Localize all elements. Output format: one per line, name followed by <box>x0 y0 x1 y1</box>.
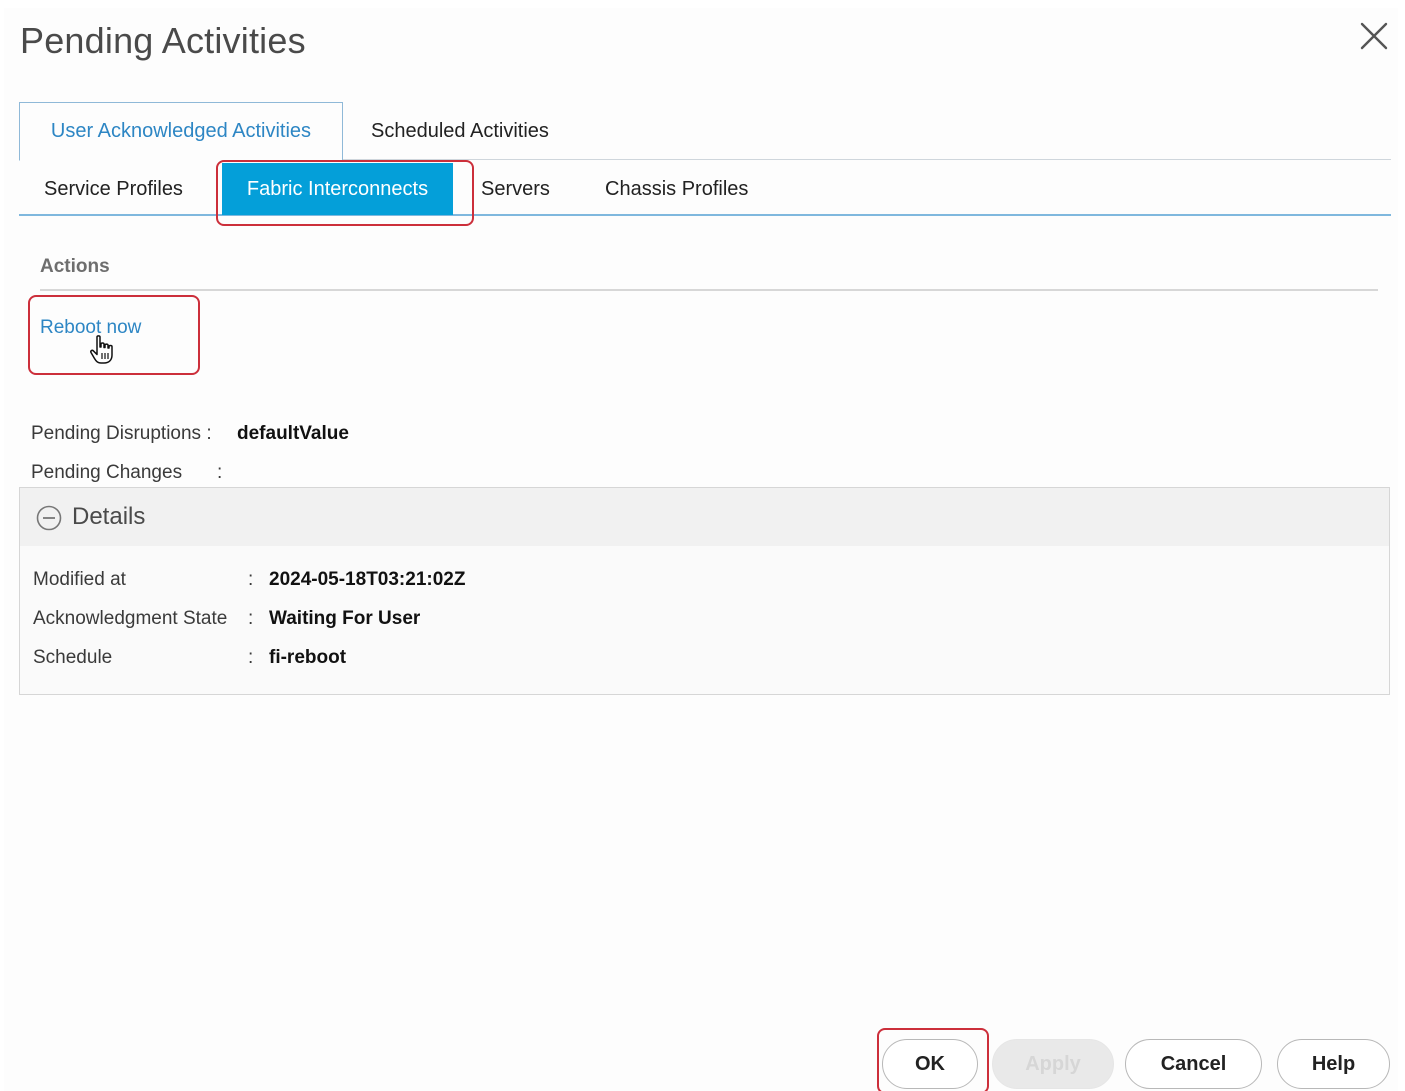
ok-button[interactable]: OK <box>882 1039 978 1089</box>
acknowledgment-state-colon: : <box>248 608 254 629</box>
dialog-title: Pending Activities <box>20 20 306 61</box>
modified-at-colon: : <box>248 569 254 590</box>
tab-service-profiles[interactable]: Service Profiles <box>44 164 183 214</box>
hand-pointer-icon <box>88 334 118 366</box>
cancel-button[interactable]: Cancel <box>1125 1039 1262 1089</box>
tab-scheduled-activities[interactable]: Scheduled Activities <box>371 102 549 160</box>
details-panel: Details Modified at : 2024-05-18T03:21:0… <box>19 487 1390 695</box>
details-title: Details <box>72 503 146 530</box>
schedule-label: Schedule <box>33 647 113 668</box>
pending-changes-colon: : <box>217 462 223 483</box>
entity-tabs: Service Profiles Fabric Interconnects Se… <box>19 160 1391 216</box>
schedule-colon: : <box>248 647 254 668</box>
help-button[interactable]: Help <box>1277 1039 1390 1089</box>
actions-heading: Actions <box>40 256 110 277</box>
apply-button[interactable]: Apply <box>992 1039 1114 1089</box>
pending-activities-dialog: Pending Activities User Acknowledged Act… <box>4 8 1398 1091</box>
schedule-value: fi-reboot <box>269 647 347 668</box>
pending-disruptions-value: defaultValue <box>237 423 349 444</box>
pending-disruptions-label: Pending Disruptions : <box>31 423 212 444</box>
pending-changes-label: Pending Changes <box>31 462 183 483</box>
tab-fabric-interconnects[interactable]: Fabric Interconnects <box>222 163 453 215</box>
details-header[interactable]: Details <box>20 488 1389 546</box>
actions-divider <box>40 289 1378 291</box>
acknowledgment-state-value: Waiting For User <box>269 608 421 629</box>
tab-servers[interactable]: Servers <box>481 164 550 214</box>
collapse-circle-icon[interactable] <box>36 505 62 531</box>
activity-type-tabs: User Acknowledged Activities Scheduled A… <box>19 102 1391 161</box>
tab-user-acknowledged-activities[interactable]: User Acknowledged Activities <box>19 102 343 161</box>
modified-at-label: Modified at <box>33 569 126 590</box>
tab-chassis-profiles[interactable]: Chassis Profiles <box>605 164 748 214</box>
modified-at-value: 2024-05-18T03:21:02Z <box>269 569 466 590</box>
close-icon[interactable] <box>1356 18 1392 54</box>
acknowledgment-state-label: Acknowledgment State <box>33 608 228 629</box>
